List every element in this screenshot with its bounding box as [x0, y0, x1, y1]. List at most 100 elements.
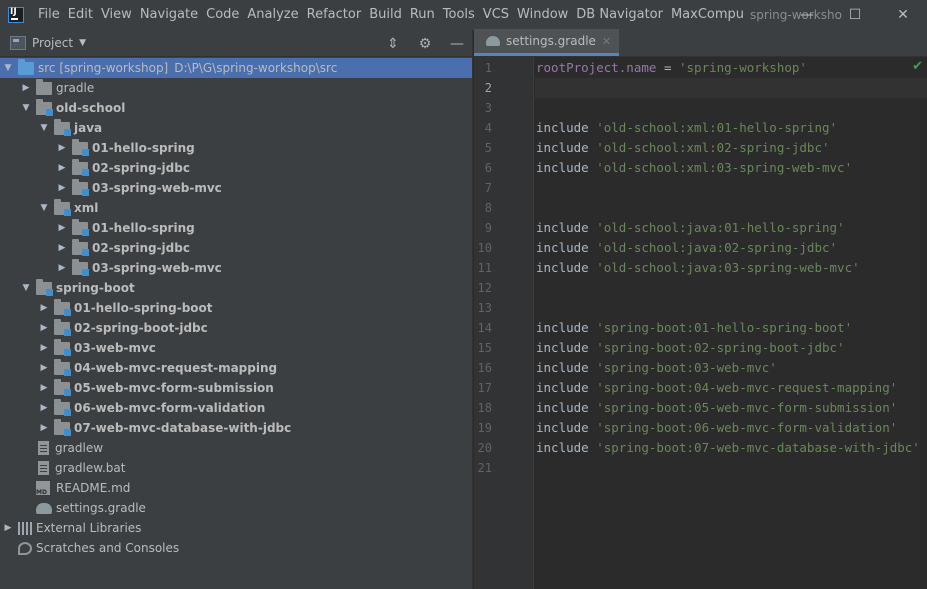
- collapse-all-icon[interactable]: ⇕: [384, 36, 402, 52]
- tree-item-gradlew[interactable]: ▶ gradlew: [0, 438, 472, 458]
- collapse-arrow-icon[interactable]: ▶: [56, 143, 68, 153]
- line-number: 14: [477, 321, 492, 335]
- collapse-arrow-icon[interactable]: ▶: [38, 403, 50, 413]
- maximize-button[interactable]: ☐: [831, 0, 879, 30]
- tree-item-src[interactable]: ▼ src [spring-workshop] D:\P\G\spring-wo…: [0, 58, 472, 78]
- expand-arrow-icon[interactable]: ▼: [38, 203, 50, 213]
- collapse-arrow-icon[interactable]: ▶: [56, 163, 68, 173]
- module-folder-icon: [54, 298, 71, 316]
- tree-item-05-web-mvc-form-submission[interactable]: ▶ 05-web-mvc-form-submission: [0, 378, 472, 398]
- line-number: 6: [484, 161, 492, 175]
- code-line: include 'old-school:xml:01-hello-spring': [535, 118, 927, 138]
- menu-maxcompute[interactable]: MaxCompu: [667, 0, 748, 30]
- menu-analyze[interactable]: Analyze: [243, 0, 302, 30]
- tree-item-readme[interactable]: ▶ README.md: [0, 478, 472, 498]
- collapse-arrow-icon[interactable]: ▶: [56, 223, 68, 233]
- expand-arrow-icon[interactable]: ▼: [20, 103, 32, 113]
- menu-window[interactable]: Window: [513, 0, 572, 30]
- tree-item-02-spring-boot-jdbc[interactable]: ▶ 02-spring-boot-jdbc: [0, 318, 472, 338]
- code-token-kw: include: [536, 360, 597, 375]
- module-folder-icon: [54, 338, 71, 356]
- tree-item-java[interactable]: ▼ java: [0, 118, 472, 138]
- tree-item-gradle[interactable]: ▶ gradle: [0, 78, 472, 98]
- project-view-selector[interactable]: Project: [32, 36, 73, 50]
- collapse-arrow-icon[interactable]: ▶: [56, 263, 68, 273]
- code-token-str: 'spring-boot:06-web-mvc-form-validation': [596, 420, 898, 435]
- menu-edit[interactable]: Edit: [64, 0, 97, 30]
- line-number: 16: [477, 361, 492, 375]
- tree-item-java-01-hello-spring[interactable]: ▶ 01-hello-spring: [0, 138, 472, 158]
- menu-build[interactable]: Build: [365, 0, 406, 30]
- code-line: include 'spring-boot:06-web-mvc-form-val…: [535, 418, 927, 438]
- collapse-arrow-icon[interactable]: ▶: [38, 343, 50, 353]
- collapse-arrow-icon[interactable]: ▶: [38, 363, 50, 373]
- collapse-arrow-icon[interactable]: ▶: [56, 243, 68, 253]
- menu-file[interactable]: File: [34, 0, 64, 30]
- tree-item-label: 02-spring-jdbc: [92, 161, 190, 175]
- module-folder-icon: [54, 198, 71, 216]
- expand-arrow-icon[interactable]: ▼: [2, 63, 14, 73]
- line-number: 21: [477, 461, 492, 475]
- close-icon[interactable]: ✕: [602, 35, 611, 48]
- tree-item-03-web-mvc[interactable]: ▶ 03-web-mvc: [0, 338, 472, 358]
- tree-item-label: settings.gradle: [56, 501, 146, 515]
- tree-item-xml-01-hello-spring[interactable]: ▶ 01-hello-spring: [0, 218, 472, 238]
- menu-tools[interactable]: Tools: [439, 0, 479, 30]
- tab-settings-gradle[interactable]: settings.gradle ✕: [474, 29, 620, 56]
- tree-item-label: 01-hello-spring-boot: [74, 301, 213, 315]
- module-folder-icon: [36, 98, 53, 116]
- collapse-arrow-icon[interactable]: ▶: [2, 523, 14, 533]
- collapse-arrow-icon[interactable]: ▶: [20, 83, 32, 93]
- tree-item-xml-03-spring-web-mvc[interactable]: ▶ 03-spring-web-mvc: [0, 258, 472, 278]
- tree-item-06-web-mvc-form-validation[interactable]: ▶ 06-web-mvc-form-validation: [0, 398, 472, 418]
- line-number: 13: [477, 301, 492, 315]
- menu-refactor[interactable]: Refactor: [303, 0, 366, 30]
- tree-item-01-hello-spring-boot[interactable]: ▶ 01-hello-spring-boot: [0, 298, 472, 318]
- collapse-arrow-icon[interactable]: ▶: [38, 383, 50, 393]
- collapse-arrow-icon[interactable]: ▶: [38, 323, 50, 333]
- collapse-arrow-icon[interactable]: ▶: [56, 183, 68, 193]
- collapse-arrow-icon[interactable]: ▶: [38, 303, 50, 313]
- code-token-str: 'old-school:java:02-spring-jdbc': [596, 240, 838, 255]
- tree-item-04-web-mvc-request-mapping[interactable]: ▶ 04-web-mvc-request-mapping: [0, 358, 472, 378]
- markdown-file-icon: [36, 481, 50, 496]
- project-tree: ▼ src [spring-workshop] D:\P\G\spring-wo…: [0, 57, 472, 558]
- tree-item-label: 07-web-mvc-database-with-jdbc: [74, 421, 292, 435]
- tree-item-old-school[interactable]: ▼ old-school: [0, 98, 472, 118]
- minimize-button[interactable]: —: [783, 0, 831, 30]
- menu-vcs[interactable]: VCS: [479, 0, 513, 30]
- tree-item-java-03-spring-web-mvc[interactable]: ▶ 03-spring-web-mvc: [0, 178, 472, 198]
- tree-item-path: D:\P\G\spring-workshop\src: [174, 61, 338, 75]
- tree-item-scratches[interactable]: ▶ Scratches and Consoles: [0, 538, 472, 558]
- menu-db-navigator[interactable]: DB Navigator: [572, 0, 667, 30]
- module-folder-icon: [72, 138, 89, 156]
- code-token-kw: include: [536, 320, 597, 335]
- tree-item-spring-boot[interactable]: ▼ spring-boot: [0, 278, 472, 298]
- tree-item-xml-02-spring-jdbc[interactable]: ▶ 02-spring-jdbc: [0, 238, 472, 258]
- menu-run[interactable]: Run: [406, 0, 439, 30]
- tree-item-java-02-spring-jdbc[interactable]: ▶ 02-spring-jdbc: [0, 158, 472, 178]
- expand-arrow-icon[interactable]: ▼: [20, 283, 32, 293]
- chevron-down-icon[interactable]: ▼: [79, 38, 86, 48]
- tree-item-external-libraries[interactable]: ▶ External Libraries: [0, 518, 472, 538]
- close-button[interactable]: ✕: [879, 0, 927, 30]
- gear-icon[interactable]: ⚙: [416, 36, 434, 52]
- collapse-arrow-icon[interactable]: ▶: [38, 423, 50, 433]
- line-number: 18: [477, 401, 492, 415]
- line-number: 20: [477, 441, 492, 455]
- tree-item-xml[interactable]: ▼ xml: [0, 198, 472, 218]
- code-line: include 'spring-boot:02-spring-boot-jdbc…: [535, 338, 927, 358]
- tree-item-07-web-mvc-database-with-jdbc[interactable]: ▶ 07-web-mvc-database-with-jdbc: [0, 418, 472, 438]
- tree-item-settings-gradle[interactable]: ▶ settings.gradle: [0, 498, 472, 518]
- tree-item-gradlew-bat[interactable]: ▶ gradlew.bat: [0, 458, 472, 478]
- expand-arrow-icon[interactable]: ▼: [38, 123, 50, 133]
- menu-view[interactable]: View: [97, 0, 136, 30]
- code-editor[interactable]: 1 2 3 4 5 6 7 8 9 10 11 12 13 14 15 16 17 18 19 20 21 ✔ root…: [474, 57, 927, 589]
- hide-panel-icon[interactable]: —: [448, 36, 466, 52]
- project-panel: Project ▼ ⇕ ⚙ — ▼ src [spring-workshop] …: [0, 30, 473, 589]
- menu-navigate[interactable]: Navigate: [136, 0, 202, 30]
- scratches-icon: [18, 541, 32, 555]
- menu-code[interactable]: Code: [202, 0, 243, 30]
